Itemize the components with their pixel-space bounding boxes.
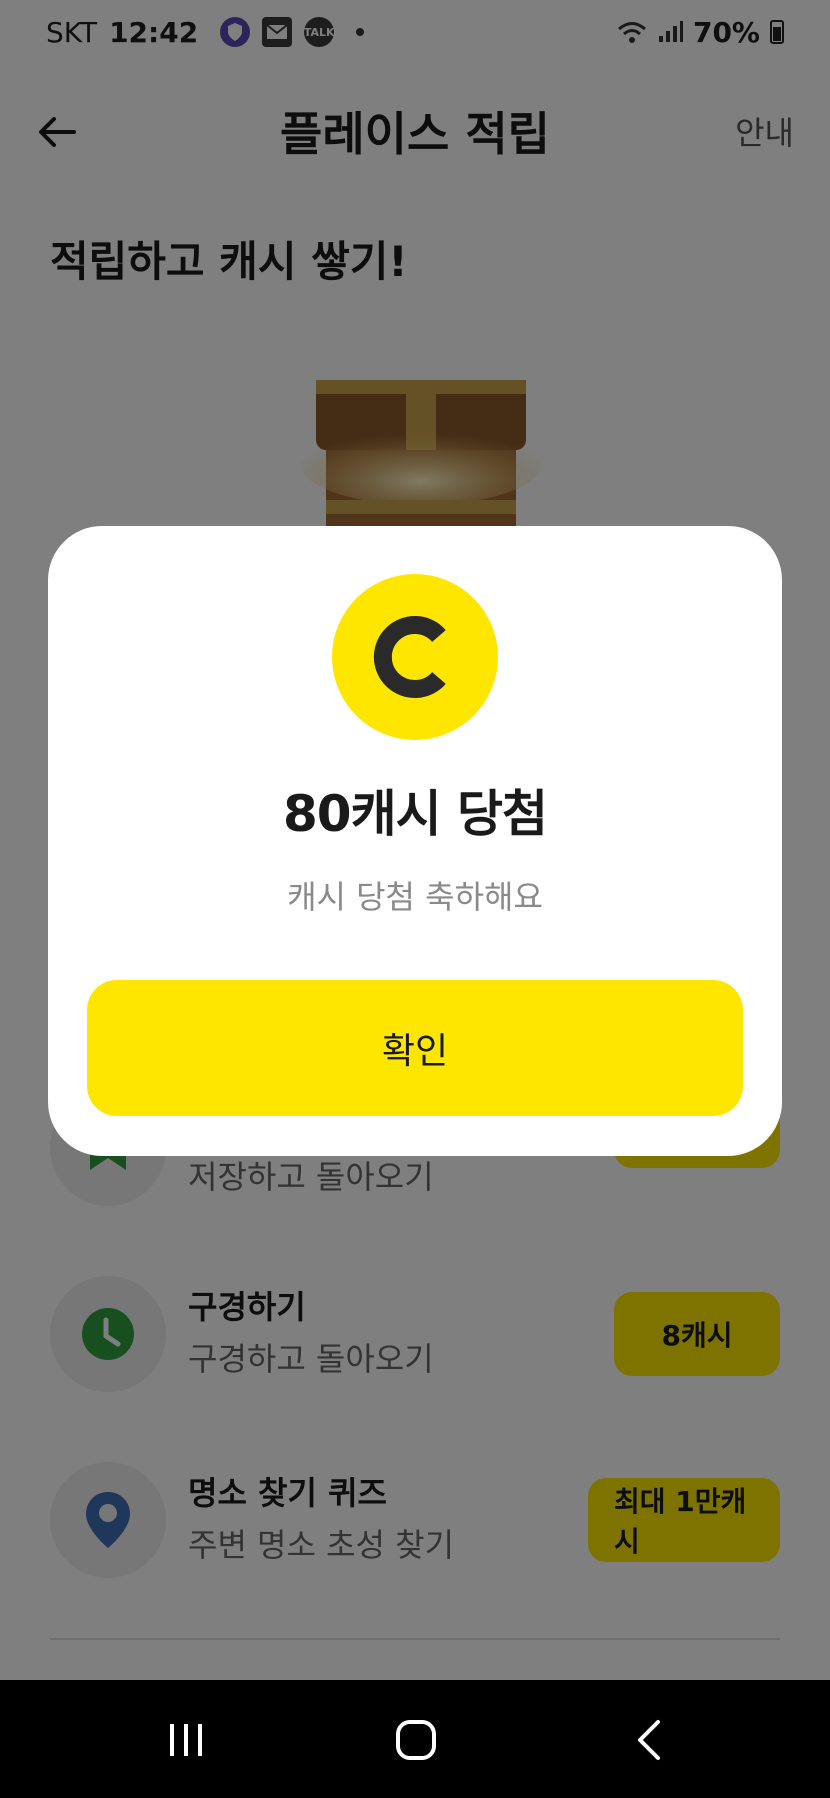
system-nav-bar [0,1680,830,1798]
confirm-button[interactable]: 확인 [87,980,743,1116]
modal-subtitle: 캐시 당첨 축하해요 [287,878,543,916]
recent-apps-icon[interactable] [156,1710,216,1770]
back-icon[interactable] [620,1710,680,1770]
modal-title: 80캐시 당첨 [283,785,548,843]
reward-modal: 80캐시 당첨 캐시 당첨 축하해요 확인 [48,526,782,1156]
home-icon[interactable] [386,1710,446,1770]
cash-coin-icon [332,574,498,740]
